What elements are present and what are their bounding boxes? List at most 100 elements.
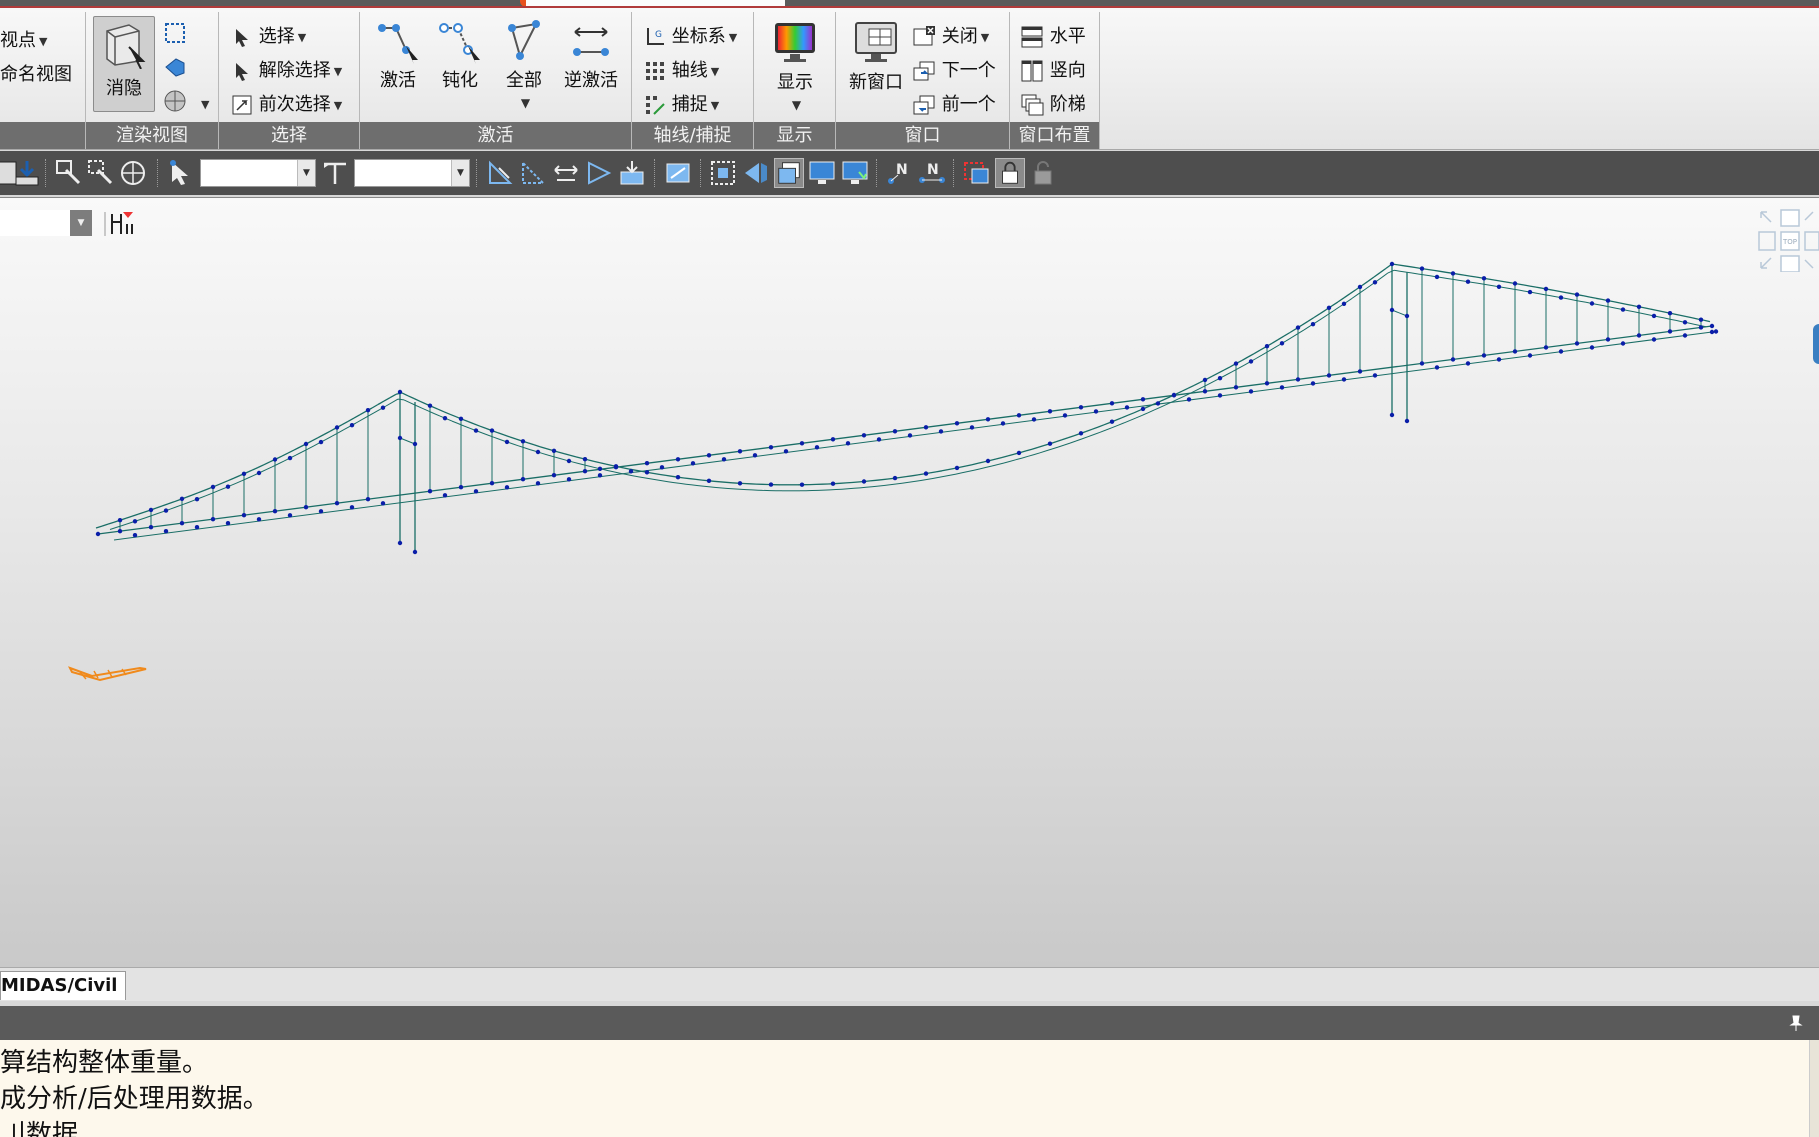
monitor-view-icon[interactable] [807,158,837,188]
main-cable-back [1225,371,1233,376]
model-viewport[interactable]: ▼ TOP [0,197,1819,967]
view-cube[interactable]: TOP [1755,208,1819,272]
previous-select-button[interactable]: 前次选择 ▼ [231,90,342,116]
inverse-toolbar-icon[interactable] [551,158,581,188]
view-left-icon[interactable] [741,158,771,188]
main-cable [1703,319,1711,323]
named-view-button[interactable]: 命名视图 [0,60,72,86]
bridge-node [458,416,464,421]
close-window-label: 关闭 [941,26,978,47]
main-cable-back [907,481,915,483]
zoom-fit-icon[interactable] [708,158,738,188]
tile-horizontal-button[interactable]: 水平 [1020,22,1086,49]
main-cable [1001,455,1009,459]
message-line: 成分析/后处理用数据。 [0,1084,269,1114]
pin-icon[interactable] [1787,1014,1805,1032]
display-options-icon[interactable] [663,158,693,188]
bridge-node [318,509,324,514]
capture-icon[interactable] [962,158,992,188]
zoom-previous-icon[interactable] [54,158,84,188]
deselect-button[interactable]: 解除选择 ▼ [231,56,342,82]
activate-all-button[interactable]: 全部 ▼ [498,20,550,111]
grid-button[interactable]: 轴线 ▼ [644,56,719,82]
perspective-icon[interactable] [162,54,188,80]
main-cable-back [679,482,687,485]
previous-select-label: 前次选择 [258,94,331,115]
previous-window-button[interactable]: 前一个 [912,90,996,117]
globe-render-icon[interactable] [162,88,188,114]
main-cable [1457,273,1465,276]
bridge-node [380,405,386,410]
main-cable [947,467,955,471]
main-cable-back [1345,297,1353,303]
unlock-icon[interactable] [1028,158,1058,188]
main-cable-back [1507,287,1515,290]
lock-icon[interactable] [995,158,1025,188]
select-filter-dropdown[interactable]: ▼ [200,159,316,187]
import-icon[interactable] [12,158,42,188]
bridge-node [1062,413,1068,418]
select-cursor-icon[interactable] [166,158,196,188]
activate-by-identity-icon[interactable] [617,158,647,188]
bridge-node [1620,341,1626,346]
activate-all-toolbar-icon[interactable] [584,158,614,188]
previous-window-icon [913,95,935,115]
snap-button[interactable]: 捕捉 ▼ [644,90,719,116]
inverse-activate-button[interactable]: 逆激活 [560,20,622,92]
bridge-node [690,461,696,466]
message-scrollbar[interactable] [1809,1040,1819,1137]
hide-button[interactable]: 消隐 [93,16,155,112]
grid-label: 轴线 [671,60,708,81]
bridge-node [1589,301,1595,306]
main-cable-back [403,399,411,404]
node-number-icon[interactable]: N [884,158,914,188]
main-cable [1313,313,1321,319]
select-by-plane-icon[interactable] [320,158,350,188]
select-button[interactable]: 选择 ▼ [231,22,306,48]
zoom-next-icon[interactable] [86,158,116,188]
tower-cross-beam [399,437,416,445]
next-window-button[interactable]: 下一个 [912,56,996,83]
main-cable-back [955,472,963,475]
main-cable-back [901,481,909,484]
main-cable [1337,297,1345,303]
activate-button[interactable]: 激活 [372,20,424,92]
deactivate-toolbar-icon[interactable] [518,158,548,188]
monitor-refresh-icon[interactable] [840,158,870,188]
main-cable-back [1519,289,1527,292]
main-cable [245,469,253,474]
deactivate-button[interactable]: 钝化 [434,20,486,92]
close-window-button[interactable]: 关闭 ▼ [912,22,989,49]
display-button[interactable]: 显示 ▼ [764,20,826,113]
activate-toolbar-icon[interactable] [485,158,515,188]
ucs-button[interactable]: G 坐标系 ▼ [644,22,737,48]
tab-midas-civil[interactable]: MIDAS/Civil [0,971,127,1000]
cascade-button[interactable]: 阶梯 [1020,90,1086,117]
side-panel-handle[interactable] [1813,324,1819,364]
main-cable-back [1315,317,1323,323]
bridge-node [489,481,495,486]
zoom-window-icon[interactable] [162,20,188,46]
orbit-icon[interactable] [118,158,148,188]
chevron-down-icon: ▼ [791,97,802,112]
bridge-node [814,445,820,450]
main-cable-back [1579,300,1587,303]
main-cable-back [1129,417,1137,421]
activate-all-label: 全部 [506,70,542,91]
bridge-node [876,437,882,442]
tile-vertical-button[interactable]: 竖向 [1020,56,1086,83]
viewpoint-button[interactable]: 视点 ▼ [0,26,47,52]
element-number-icon[interactable]: N [917,158,947,188]
view-iso-icon[interactable] [774,158,804,188]
bridge-node [1140,406,1146,412]
chevron-down-icon[interactable]: ▼ [201,98,209,111]
grid-dots-icon [646,62,664,80]
bridge-node [1093,409,1099,414]
new-window-button[interactable]: 新窗口 [844,20,908,94]
select-plane-dropdown[interactable]: ▼ [354,159,470,187]
viewpoint-label: 视点 [0,30,36,51]
bridge-node [365,497,371,502]
main-cable-back [1291,333,1299,338]
chevron-down-icon: ▼ [297,30,307,44]
main-cable-back [1105,427,1113,431]
